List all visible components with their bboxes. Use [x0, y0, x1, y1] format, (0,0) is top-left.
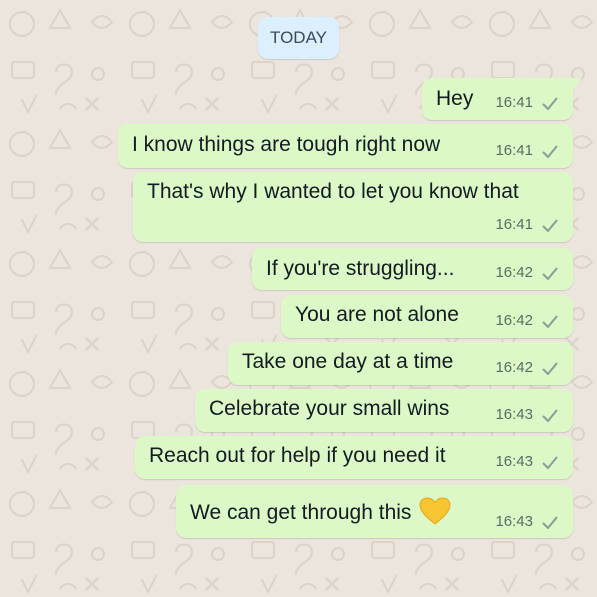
message-meta: 16:41 — [495, 142, 559, 159]
message-bubble[interactable]: You are not alone 16:42 — [281, 295, 573, 338]
message-text: We can get through this — [190, 501, 412, 524]
single-check-icon — [542, 314, 558, 328]
message-time: 16:43 — [495, 453, 533, 470]
message-bubble[interactable]: That's why I wanted to let you know that… — [133, 172, 573, 242]
message-text: If you're struggling... — [266, 257, 455, 280]
message-time: 16:41 — [495, 142, 533, 159]
date-label: TODAY — [270, 28, 327, 47]
message-text: Reach out for help if you need it — [149, 444, 446, 467]
date-divider: TODAY — [258, 17, 339, 59]
message-text: Celebrate your small wins — [209, 397, 450, 420]
message-bubble[interactable]: If you're struggling... 16:42 — [252, 248, 573, 290]
message-meta: 16:43 — [495, 453, 559, 470]
message-text: You are not alone — [295, 303, 459, 326]
message-bubble[interactable]: Celebrate your small wins 16:43 — [195, 389, 573, 432]
message-bubble[interactable]: We can get through this 16:43 — [176, 485, 573, 538]
message-bubble[interactable]: I know things are tough right now 16:41 — [118, 124, 573, 168]
message-bubble[interactable]: Take one day at a time 16:42 — [228, 342, 573, 385]
message-text: That's why I wanted to let you know that — [147, 180, 519, 203]
message-time: 16:41 — [495, 216, 533, 233]
single-check-icon — [542, 266, 558, 280]
message-text: Take one day at a time — [242, 350, 454, 373]
bubble-tail — [572, 78, 582, 90]
message-time: 16:42 — [495, 359, 533, 376]
message-time: 16:42 — [495, 312, 533, 329]
message-meta: 16:43 — [495, 513, 559, 530]
message-text: Hey — [436, 87, 474, 110]
message-time: 16:43 — [495, 406, 533, 423]
message-time: 16:43 — [495, 513, 533, 530]
message-text: I know things are tough right now — [132, 133, 441, 156]
single-check-icon — [542, 361, 558, 375]
message-meta: 16:43 — [495, 406, 559, 423]
message-meta: 16:42 — [495, 264, 559, 281]
message-bubble[interactable]: Reach out for help if you need it 16:43 — [135, 436, 573, 479]
message-meta: 16:41 — [495, 216, 559, 233]
message-meta: 16:42 — [495, 312, 559, 329]
message-text-row: We can get through this — [190, 497, 451, 525]
single-check-icon — [542, 408, 558, 422]
single-check-icon — [542, 455, 558, 469]
message-time: 16:42 — [495, 264, 533, 281]
single-check-icon — [542, 515, 558, 529]
message-meta: 16:41 — [495, 94, 559, 111]
yellow-heart-icon — [419, 497, 451, 525]
single-check-icon — [542, 144, 558, 158]
conversation: TODAY Hey 16:41 I know things are tough … — [0, 0, 597, 597]
message-bubble[interactable]: Hey 16:41 — [422, 78, 582, 120]
single-check-icon — [542, 218, 558, 232]
single-check-icon — [542, 96, 558, 110]
message-meta: 16:42 — [495, 359, 559, 376]
message-time: 16:41 — [495, 94, 533, 111]
